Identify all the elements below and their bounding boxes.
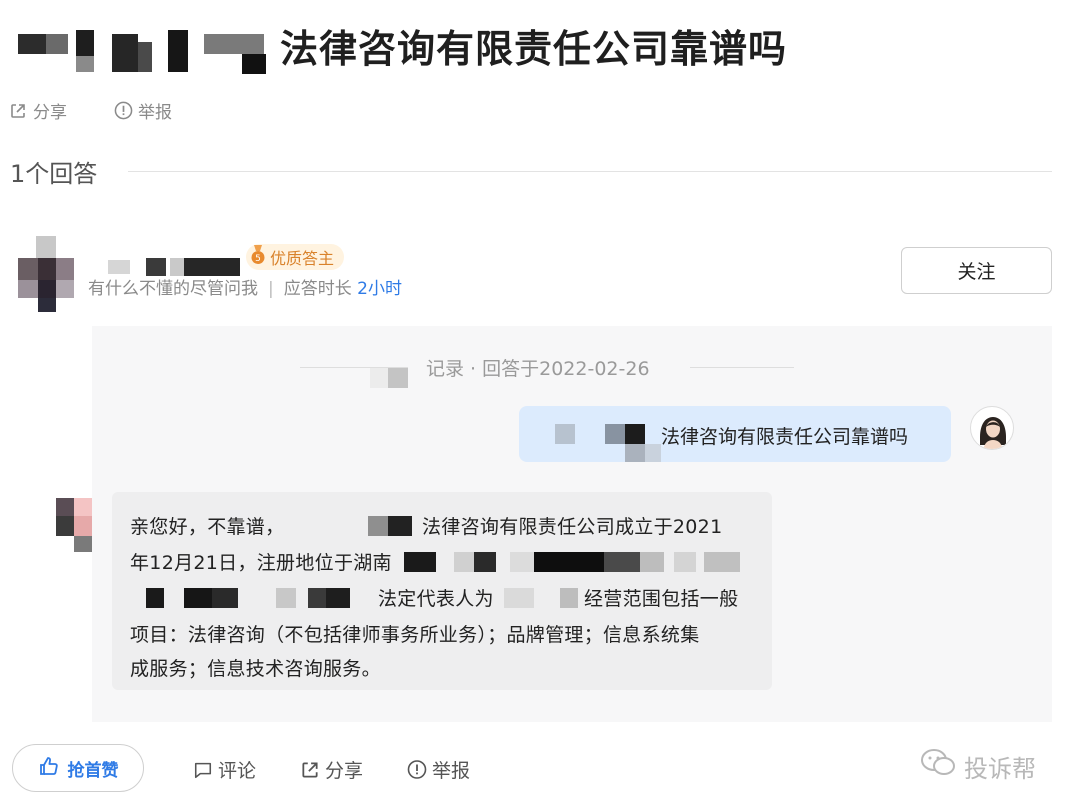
answer-line-3b: 经营范围包括一般 — [584, 588, 739, 610]
record-divider-right — [690, 367, 794, 368]
censored-record-mark — [370, 368, 408, 388]
answer-line-2: 年12月21日，注册地位于湖南 — [130, 552, 392, 574]
section-divider — [128, 171, 1052, 172]
response-time-value: 2小时 — [357, 279, 402, 299]
comment-button[interactable]: 评论 — [193, 756, 256, 783]
first-like-label: 抢首赞 — [67, 760, 119, 781]
answer-avatar-small — [56, 498, 94, 554]
answer-line-1b: 法律咨询有限责任公司成立于2021 — [422, 516, 723, 538]
question-text: 法律咨询有限责任公司靠谱吗 — [661, 426, 909, 448]
answer-bubble: 亲您好，不靠谱， 法律咨询有限责任公司成立于2021 年12月21日，注册地位于… — [112, 492, 772, 690]
svg-text:5: 5 — [255, 254, 261, 264]
answerer-meta: 有什么不懂的尽管问我 | 应答时长 2小时 — [88, 279, 402, 299]
censored-address-2 — [136, 586, 376, 610]
first-like-button[interactable]: 抢首赞 — [12, 744, 144, 792]
report-icon — [113, 101, 133, 121]
report-label: 举报 — [138, 103, 172, 123]
share-button[interactable]: 分享 — [8, 98, 67, 123]
question-title: 法律咨询有限责任公司靠谱吗 — [280, 27, 788, 71]
bottom-report-button[interactable]: 举报 — [407, 756, 470, 783]
answer-actions: 评论 分享 举报 — [193, 756, 470, 783]
censored-question-prefix — [535, 424, 661, 462]
bottom-report-label: 举报 — [432, 760, 471, 782]
record-date: 记录 · 回答于2022-02-26 — [426, 358, 650, 380]
question-bubble: 法律咨询有限责任公司靠谱吗 — [519, 406, 951, 462]
comment-label: 评论 — [218, 760, 257, 782]
answer-line-4: 项目：法律咨询（不包括律师事务所业务）；品牌管理；信息系统集 — [130, 624, 700, 646]
answer-line-1a: 亲您好，不靠谱， — [130, 516, 285, 538]
wechat-icon — [920, 748, 956, 784]
share-icon — [8, 101, 28, 121]
answerer-avatar — [18, 236, 78, 314]
report-icon — [407, 760, 427, 780]
answer-line-5: 成服务；信息技术咨询服务。 — [130, 658, 381, 680]
answer-line-3a: 法定代表人为 — [378, 588, 494, 610]
answers-count: 1个回答 — [10, 160, 98, 188]
censored-title-prefix — [18, 12, 268, 74]
watermark: 投诉帮 — [920, 748, 1036, 784]
censored-legal-rep — [504, 586, 582, 610]
medal-icon: 5 — [250, 245, 266, 269]
response-time-label: 应答时长 — [283, 279, 352, 299]
quality-answerer-badge: 5 优质答主 — [246, 244, 345, 270]
question-actions: 分享 举报 — [8, 98, 172, 123]
badge-label: 优质答主 — [270, 249, 335, 268]
report-button[interactable]: 举报 — [113, 98, 172, 123]
share-label: 分享 — [33, 103, 67, 123]
censored-address — [404, 550, 744, 574]
bottom-share-label: 分享 — [325, 760, 364, 782]
bottom-share-button[interactable]: 分享 — [300, 756, 363, 783]
answerer-intro: 有什么不懂的尽管问我 — [88, 279, 258, 299]
comment-icon — [193, 760, 213, 780]
asker-avatar — [970, 406, 1014, 450]
question-title-row: 法律咨询有限责任公司靠谱吗 — [18, 12, 1068, 74]
thumbs-up-icon — [38, 755, 60, 782]
watermark-text: 投诉帮 — [964, 754, 1036, 783]
share-icon — [300, 760, 320, 780]
censored-company-name — [320, 512, 420, 538]
follow-button[interactable]: 关注 — [901, 247, 1052, 294]
